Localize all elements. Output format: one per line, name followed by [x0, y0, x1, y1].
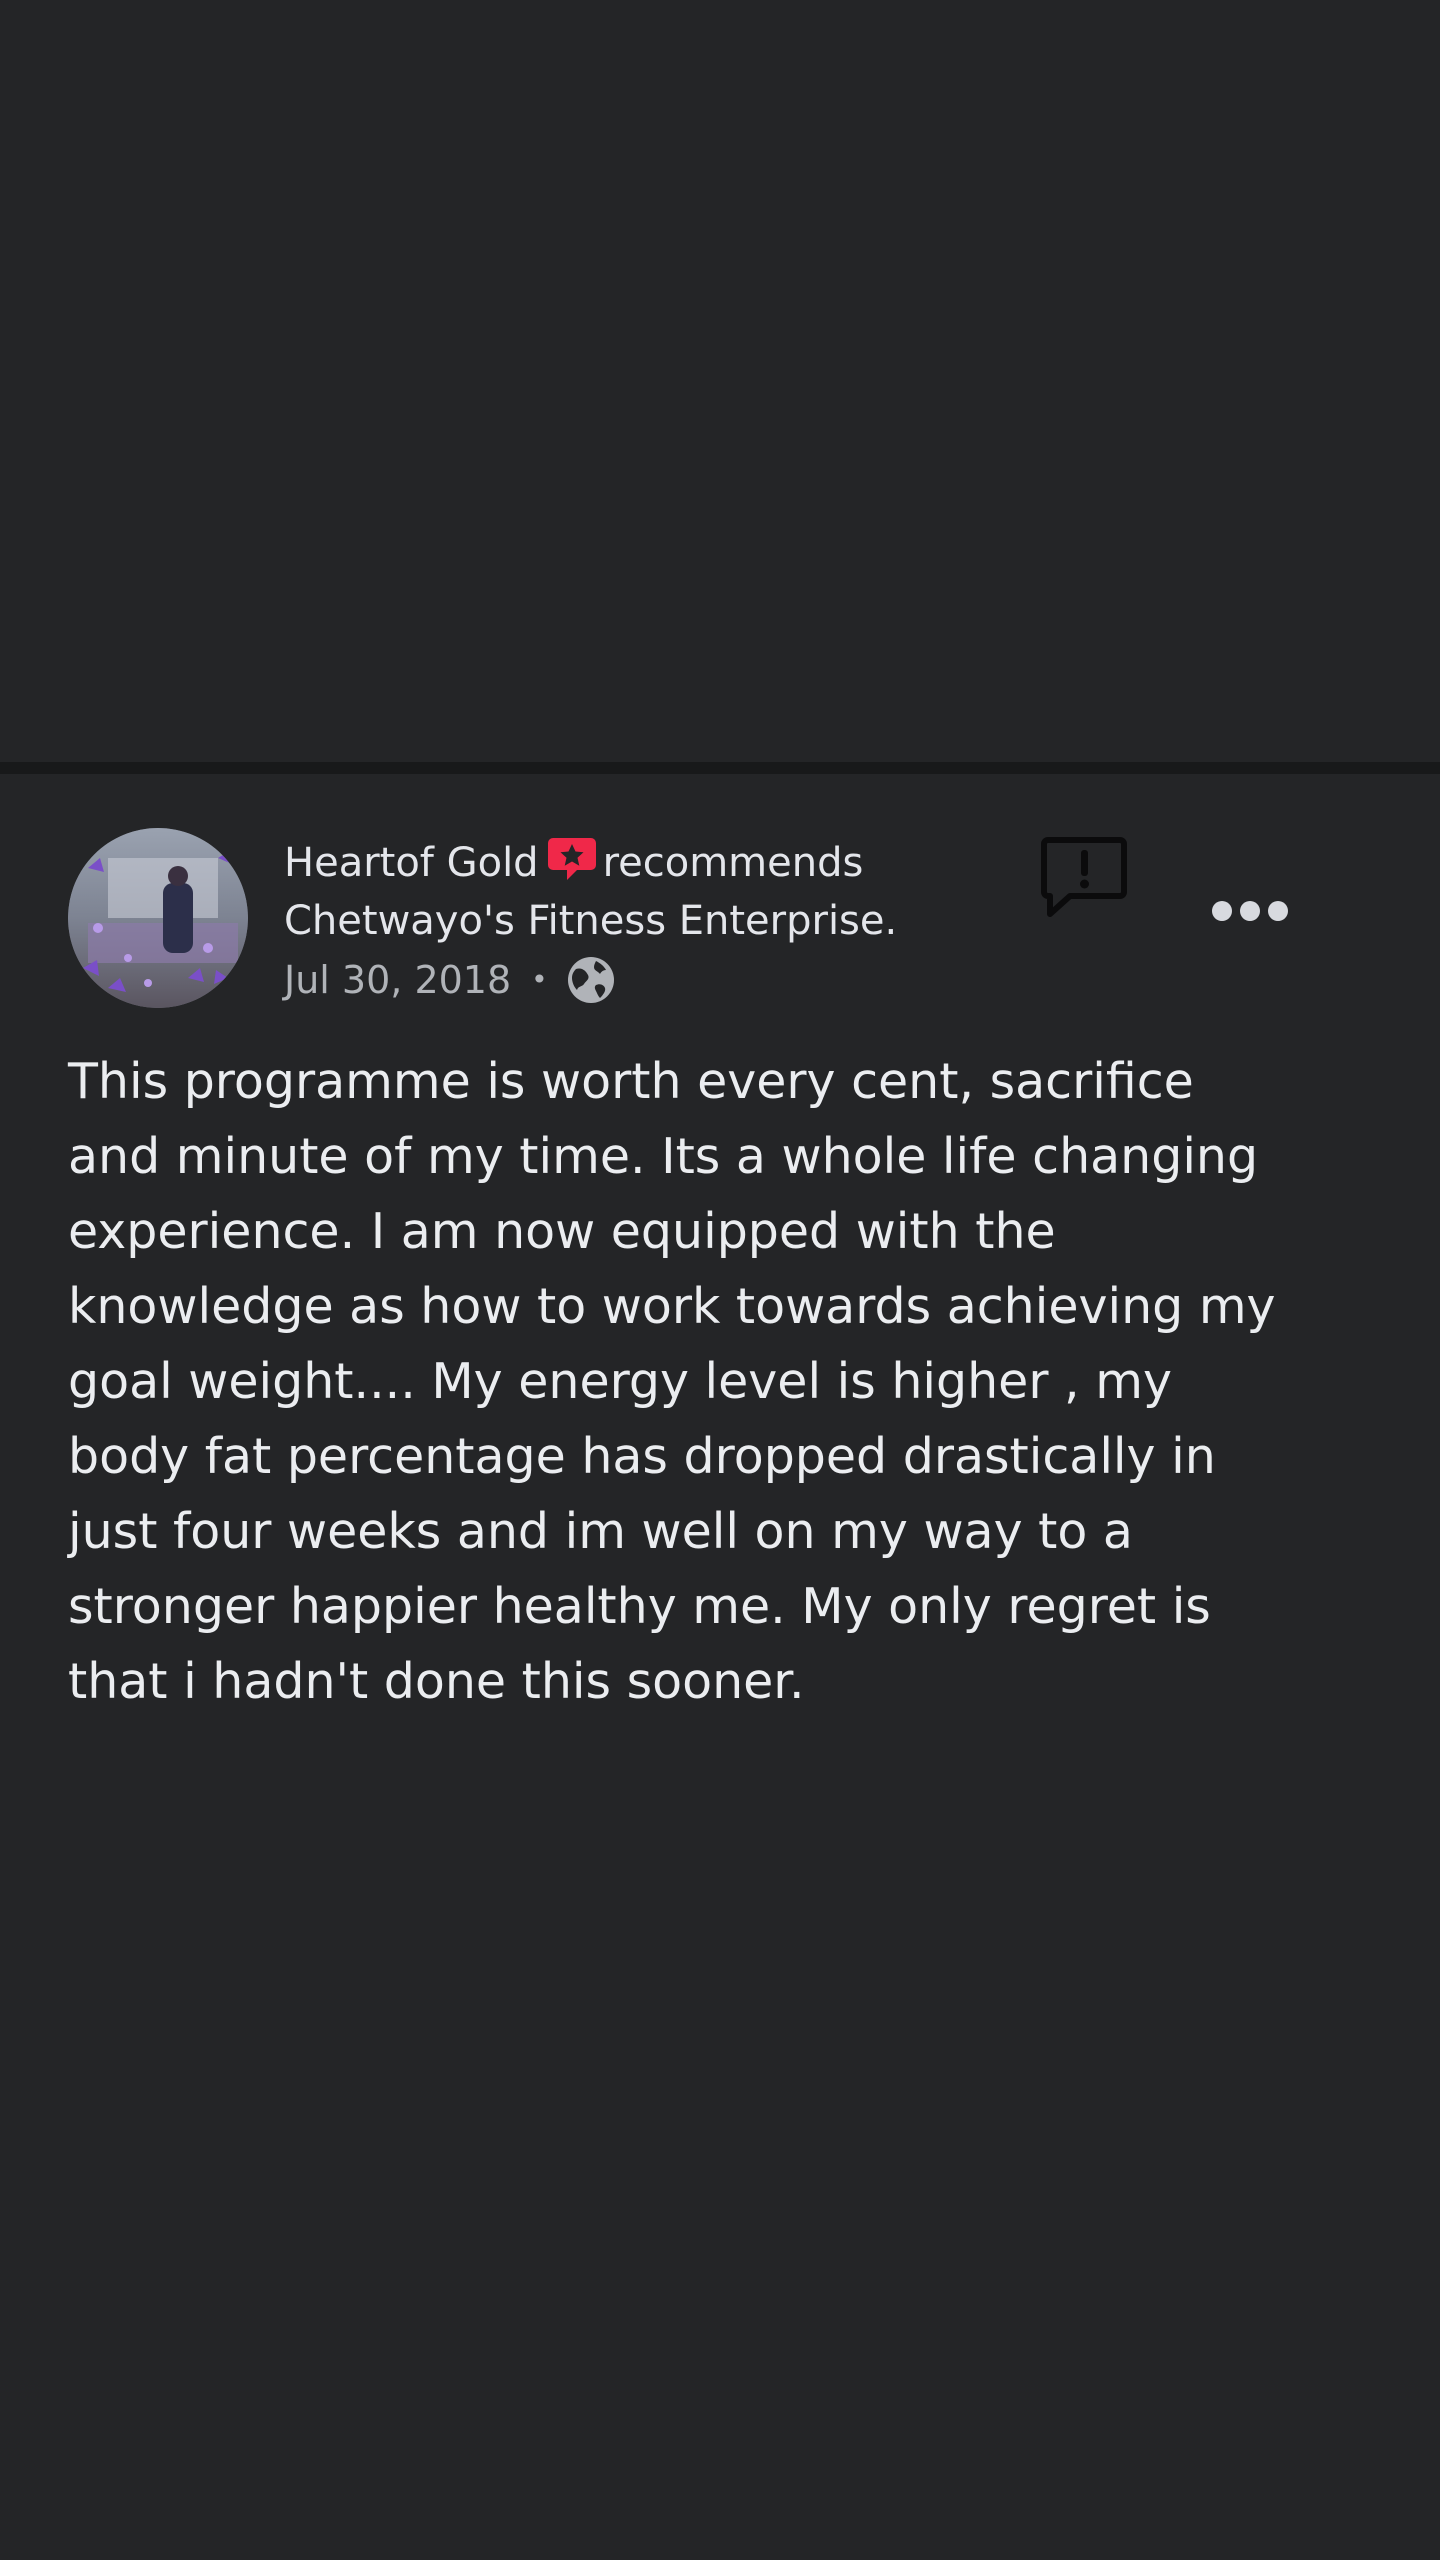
- more-options-icon[interactable]: [1210, 898, 1290, 924]
- section-divider: [0, 762, 1440, 774]
- avatar[interactable]: [68, 828, 248, 1008]
- post-text: This programme is worth every cent, sacr…: [68, 1053, 1276, 1710]
- report-exclamation-bubble-icon[interactable]: [1036, 830, 1132, 926]
- recommend-star-bubble-icon: [547, 836, 597, 882]
- post-meta: Jul 30, 2018 •: [284, 950, 1004, 1010]
- globe-icon: [566, 955, 616, 1005]
- recommendation-post: Heartof Gold recommends Chetwayo's Fitnes…: [0, 774, 1440, 2560]
- post-header: Heartof Gold recommends Chetwayo's Fitnes…: [284, 834, 1004, 1010]
- author-name[interactable]: Heartof Gold: [284, 840, 539, 886]
- post-date[interactable]: Jul 30, 2018: [284, 950, 511, 1010]
- meta-separator: •: [531, 963, 548, 996]
- post-headline: Heartof Gold recommends: [284, 834, 1004, 892]
- page-name[interactable]: Chetwayo's Fitness Enterprise.: [284, 892, 1004, 950]
- recommend-action: recommends: [602, 840, 864, 886]
- empty-top-area: [0, 0, 1440, 762]
